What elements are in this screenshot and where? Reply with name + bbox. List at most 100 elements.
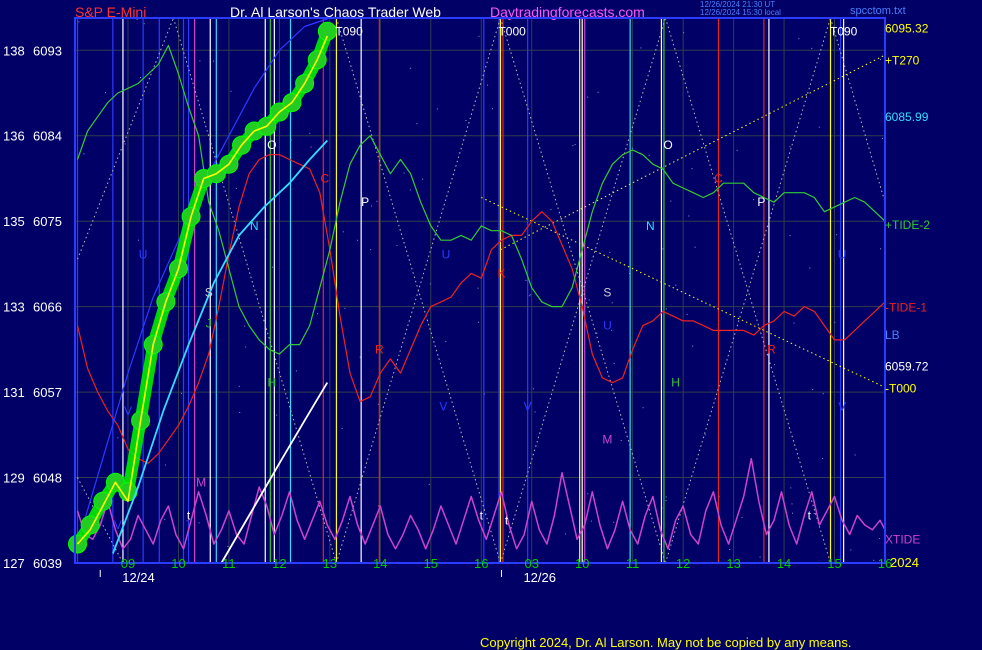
marker-letter-12: R (375, 342, 384, 356)
background-dot (880, 59, 881, 60)
right-label-8: XTIDE (885, 532, 920, 546)
background-dot (818, 126, 820, 128)
background-dot (692, 345, 694, 347)
background-dot (356, 239, 358, 241)
background-dot (244, 325, 246, 327)
background-dot (532, 388, 534, 390)
background-dot (736, 149, 738, 151)
background-dot (550, 209, 552, 211)
background-dot (276, 414, 278, 416)
background-dot (694, 246, 696, 248)
x-tick-label-11: 12 (676, 556, 690, 571)
background-dot (873, 559, 875, 561)
background-dot (235, 187, 237, 189)
background-dot (834, 321, 836, 323)
background-dot (140, 77, 141, 78)
y-tick-label-alt-5: 129 (3, 471, 25, 486)
background-dot (245, 346, 247, 348)
background-dot (477, 287, 479, 289)
background-dot (396, 245, 398, 246)
projection-line-0 (500, 54, 886, 251)
background-dot (789, 146, 791, 148)
x-tick-label-10: 11 (626, 556, 640, 571)
x-tick-label-12: 13 (726, 556, 740, 571)
right-label-0: 6095.32 (885, 21, 929, 35)
background-dot (164, 518, 166, 520)
background-dot (811, 47, 813, 49)
y-tick-label-alt-1: 136 (3, 129, 25, 144)
marker-letter-19: S (603, 285, 611, 299)
background-dot (478, 35, 480, 37)
background-dot (691, 168, 693, 170)
x-tick-label-4: 13 (323, 556, 337, 571)
background-dot (798, 38, 800, 40)
background-dot (199, 60, 201, 62)
background-dot (665, 308, 667, 310)
background-dot (587, 493, 589, 495)
background-dot (370, 249, 372, 251)
background-dot (165, 464, 166, 466)
right-label-6: 6059.72 (885, 359, 929, 373)
background-dot (670, 200, 672, 202)
background-dot (790, 487, 792, 489)
background-dot (477, 321, 479, 323)
series-price-line (76, 35, 329, 545)
price-chart: 138 6093 136 6084 135 6075 133 6066 131 6057 129 60… (3, 17, 930, 585)
background-dot (565, 533, 567, 535)
background-dot (588, 299, 590, 301)
background-dot (138, 239, 139, 241)
background-dot (180, 392, 182, 394)
marker-letter-9: H (267, 376, 276, 390)
background-dot (759, 556, 761, 558)
background-dot (729, 549, 731, 550)
background-dot (791, 503, 793, 505)
background-dot (409, 189, 411, 191)
background-dot (428, 483, 430, 485)
right-label-4: -TIDE-1 (885, 301, 927, 315)
marker-letter-28: t (808, 509, 812, 523)
marker-letter-23: O (663, 138, 672, 152)
background-dot (753, 199, 755, 201)
marker-letter-3: M (196, 475, 206, 489)
background-dot (341, 427, 343, 429)
background-dot (850, 549, 852, 551)
year-label: 2024 (890, 555, 919, 570)
background-dot (105, 92, 106, 94)
y-tick-label-alt-0: 138 (3, 43, 25, 58)
x-tick-label-3: 12 (272, 556, 286, 571)
background-dot (822, 458, 824, 459)
background-dot (572, 145, 574, 147)
background-dot (143, 23, 145, 25)
background-dot (239, 412, 241, 413)
background-dot (613, 362, 615, 364)
background-dot (445, 341, 447, 343)
background-dot (597, 91, 599, 93)
background-dot (403, 172, 405, 174)
background-dot (665, 496, 667, 498)
background-dot (774, 364, 775, 366)
background-dot (662, 248, 664, 250)
background-dot (587, 96, 589, 98)
y-tick-label-alt-4: 131 (3, 385, 25, 400)
background-dot (613, 521, 615, 523)
marker-letter-0: U (139, 247, 148, 261)
background-dot (675, 284, 677, 286)
background-dot (295, 370, 297, 372)
background-dot (124, 143, 126, 145)
background-dot (309, 132, 311, 134)
marker-letter-29: U (838, 247, 847, 261)
marker-letter-15: t (480, 509, 484, 523)
marker-letter-4: V (124, 404, 132, 418)
marker-letter-14: V (439, 399, 447, 413)
background-dot (642, 407, 644, 409)
background-dot (704, 434, 706, 436)
background-dot (310, 146, 312, 148)
time-marker-0: T090 (335, 24, 363, 38)
marker-letter-25: C (714, 171, 723, 185)
background-dot (409, 67, 411, 69)
background-dot (854, 454, 856, 456)
marker-letter-30: V (838, 399, 846, 413)
background-dot (272, 266, 273, 268)
background-dot (136, 18, 138, 20)
marker-letter-24: H (671, 376, 680, 390)
